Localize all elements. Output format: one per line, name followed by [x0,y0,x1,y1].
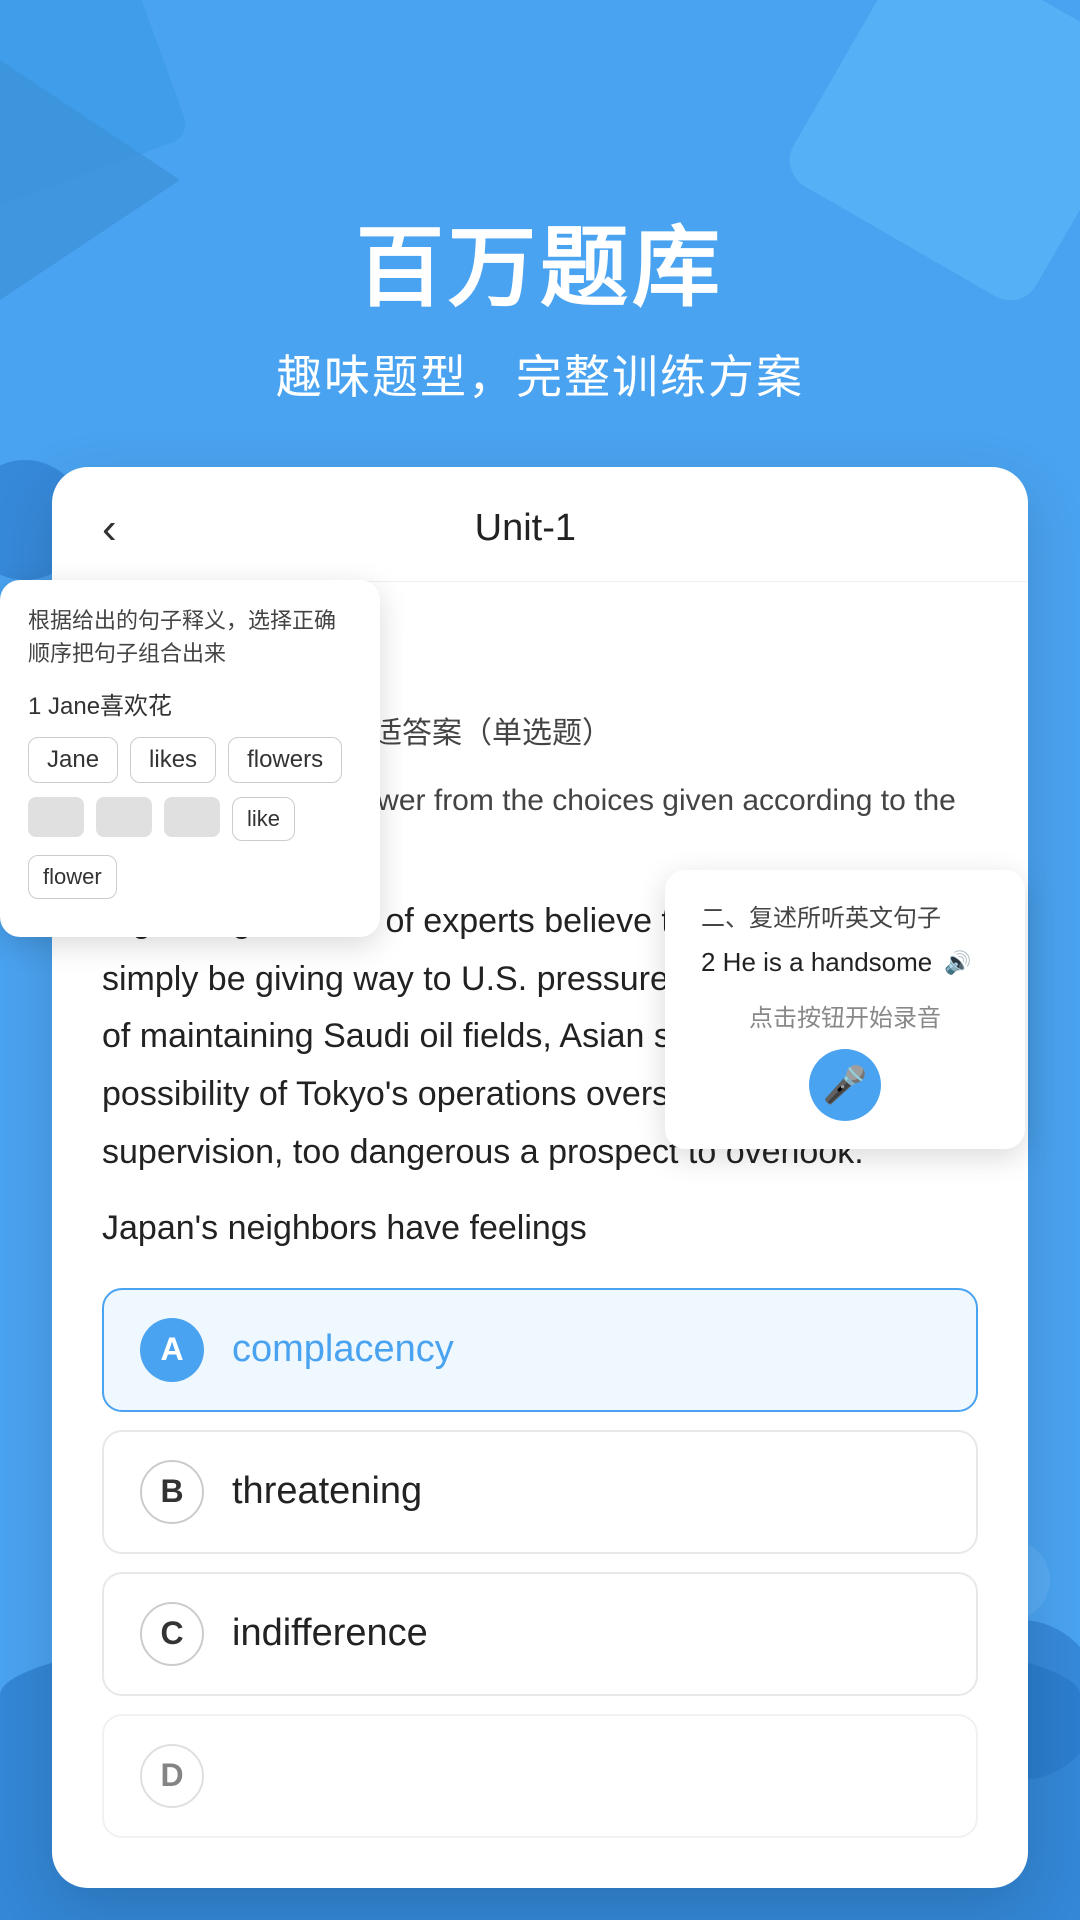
option-b[interactable]: B threatening [102,1430,978,1554]
option-c[interactable]: C indifference [102,1572,978,1696]
back-button[interactable]: ‹ [102,507,117,551]
option-d-letter: D [140,1744,204,1808]
word-chips-extra: flower [28,855,352,899]
overlay-right-sentence: 2 He is a handsome 🔊 [701,947,989,978]
question-tail: Japan's neighbors have feelings [102,1200,978,1258]
overlay-right-header: 二、复述所听英文句子 [701,898,989,933]
chip-jane[interactable]: Jane [28,737,118,783]
page-title: 百万题库 [0,220,1080,317]
slot-1[interactable] [28,797,84,837]
header-section: 百万题库 趣味题型，完整训练方案 [0,0,1080,467]
record-hint: 点击按钮开始录音 [701,998,989,1033]
slot-3[interactable] [164,797,220,837]
answer-options: A complacency B threatening C indifferen… [52,1278,1028,1848]
mic-button[interactable]: 🎤 [809,1049,881,1121]
option-a-text: complacency [232,1328,454,1371]
chip-likes[interactable]: likes [130,737,216,783]
option-c-text: indifference [232,1612,428,1655]
page-subtitle: 趣味题型，完整训练方案 [0,341,1080,407]
chip-flowers[interactable]: flowers [228,737,342,783]
option-d[interactable]: D [102,1714,978,1838]
option-c-letter: C [140,1602,204,1666]
speaker-icon[interactable]: 🔊 [944,950,971,976]
overlay-right-text: 2 He is a handsome [701,947,932,978]
option-b-letter: B [140,1460,204,1524]
mic-icon: 🎤 [823,1064,868,1106]
word-chips-source: Jane likes flowers [28,737,352,783]
overlay-right-card: 二、复述所听英文句子 2 He is a handsome 🔊 点击按钮开始录音… [665,870,1025,1149]
word-slots-row: like [28,797,352,841]
option-a[interactable]: A complacency [102,1288,978,1412]
option-a-letter: A [140,1318,204,1382]
overlay-left-card: 根据给出的句子释义，选择正确顺序把句子组合出来 1 Jane喜欢花 Jane l… [0,580,380,937]
chip-flower[interactable]: flower [28,855,117,899]
card-title: Unit-1 [117,507,934,550]
option-b-text: threatening [232,1470,422,1513]
overlay-left-question: 1 Jane喜欢花 [28,686,352,721]
slot-2[interactable] [96,797,152,837]
chip-like[interactable]: like [232,797,295,841]
card-header: ‹ Unit-1 [52,467,1028,582]
overlay-left-instruction: 根据给出的句子释义，选择正确顺序把句子组合出来 [28,604,352,670]
